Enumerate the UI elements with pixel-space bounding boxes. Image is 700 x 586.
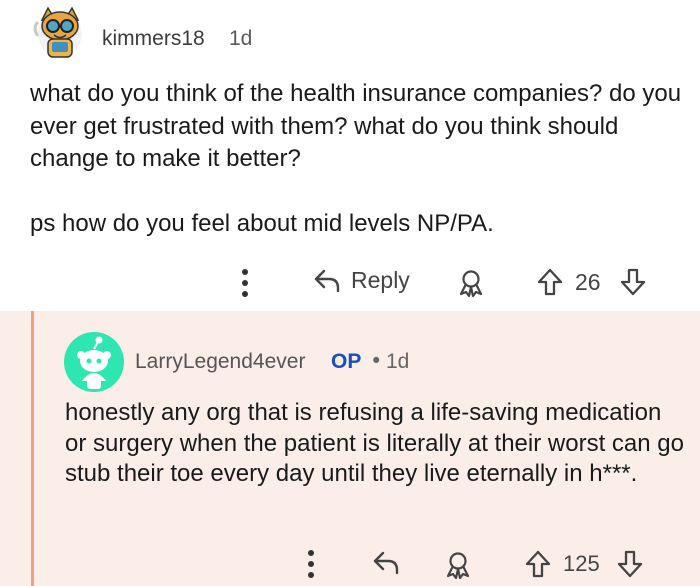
award-icon (459, 270, 483, 298)
comment-body: what do you think of the health insuranc… (30, 78, 690, 240)
comment-timestamp: 1d (386, 350, 410, 373)
award-button[interactable] (456, 268, 486, 298)
reply-button[interactable] (372, 550, 400, 576)
reply-label: Reply (351, 267, 410, 293)
downvote-button[interactable] (617, 550, 643, 578)
more-vertical-icon (242, 269, 248, 297)
comment-reply: LarryLegend4ever OP • 1d honestly any or… (0, 311, 700, 586)
avatar[interactable] (28, 2, 92, 62)
comment-timestamp: 1d (229, 27, 253, 50)
upvote-arrow-icon (525, 550, 551, 578)
vote-count: 26 (575, 269, 601, 295)
cat-avatar-icon (33, 6, 82, 58)
upvote-button[interactable] (537, 268, 563, 296)
separator-dot: • (370, 349, 383, 373)
comment-action-bar: Reply 26 (0, 262, 700, 302)
snoo-avatar-icon (64, 332, 124, 392)
reply-arrow-icon (314, 269, 340, 292)
thread-line[interactable] (31, 311, 34, 586)
more-vertical-icon (308, 550, 314, 578)
comment-paragraph: ps how do you feel about mid levels NP/P… (30, 209, 494, 237)
upvote-arrow-icon (537, 268, 563, 296)
avatar[interactable] (63, 331, 125, 393)
award-button[interactable] (443, 550, 473, 580)
reply-arrow-icon (373, 551, 399, 575)
comment-author[interactable]: LarryLegend4ever (135, 350, 305, 374)
downvote-button[interactable] (620, 268, 646, 296)
reply-button[interactable]: Reply (313, 267, 410, 294)
upvote-button[interactable] (525, 550, 551, 578)
comment-paragraph: honestly any org that is refusing a life… (65, 399, 684, 487)
downvote-arrow-icon (617, 550, 643, 578)
comment-parent: kimmers18 1d what do you think of the he… (0, 0, 700, 310)
more-options-button[interactable] (306, 548, 316, 580)
downvote-arrow-icon (620, 268, 646, 296)
op-badge: OP (331, 350, 362, 373)
comment-action-bar: 125 (0, 546, 700, 582)
more-options-button[interactable] (240, 266, 250, 300)
award-icon (446, 552, 470, 580)
comment-author[interactable]: kimmers18 (102, 27, 205, 51)
comment-body: honestly any org that is refusing a life… (65, 398, 685, 490)
comment-paragraph: what do you think of the health insuranc… (30, 80, 682, 172)
vote-count: 125 (563, 551, 600, 576)
